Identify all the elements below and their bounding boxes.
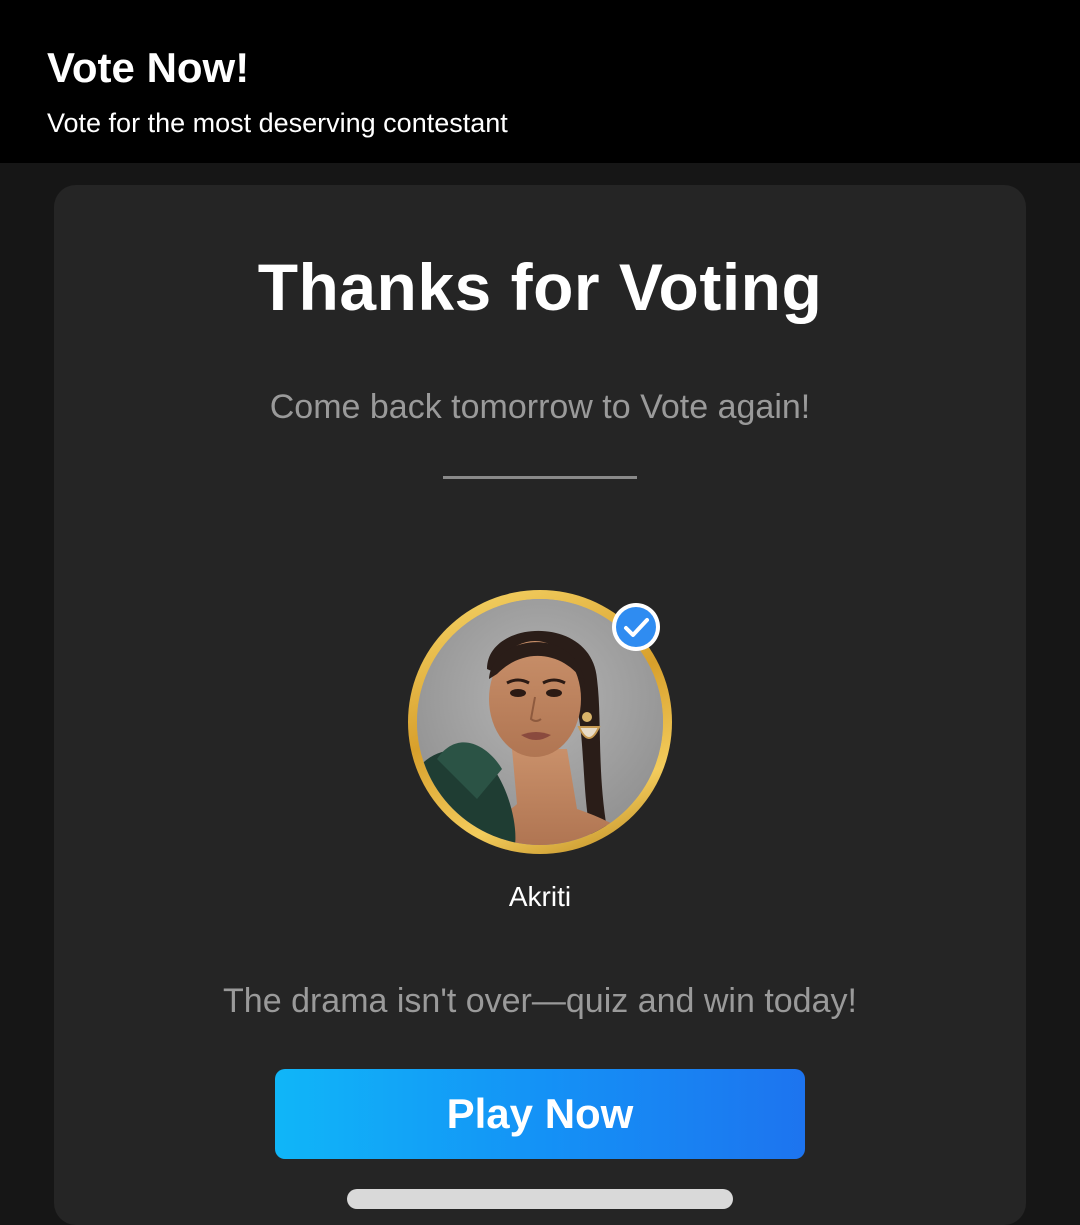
bottom-handle-bar [347, 1189, 733, 1209]
come-back-message: Come back tomorrow to Vote again! [269, 388, 811, 426]
header-subtitle: Vote for the most deserving contestant [47, 108, 508, 138]
verified-check-icon [612, 603, 660, 651]
thanks-title: Thanks for Voting [257, 250, 823, 324]
divider [443, 476, 637, 479]
vote-header: Vote Now! Vote for the most deserving co… [0, 0, 1080, 163]
header-title: Vote Now! [47, 44, 250, 91]
contestant-avatar [408, 590, 672, 854]
contestant-name: Akriti [508, 881, 572, 912]
quiz-promo-text: The drama isn't over—quiz and win today! [223, 982, 857, 1020]
play-now-button[interactable]: Play Now [275, 1069, 805, 1159]
